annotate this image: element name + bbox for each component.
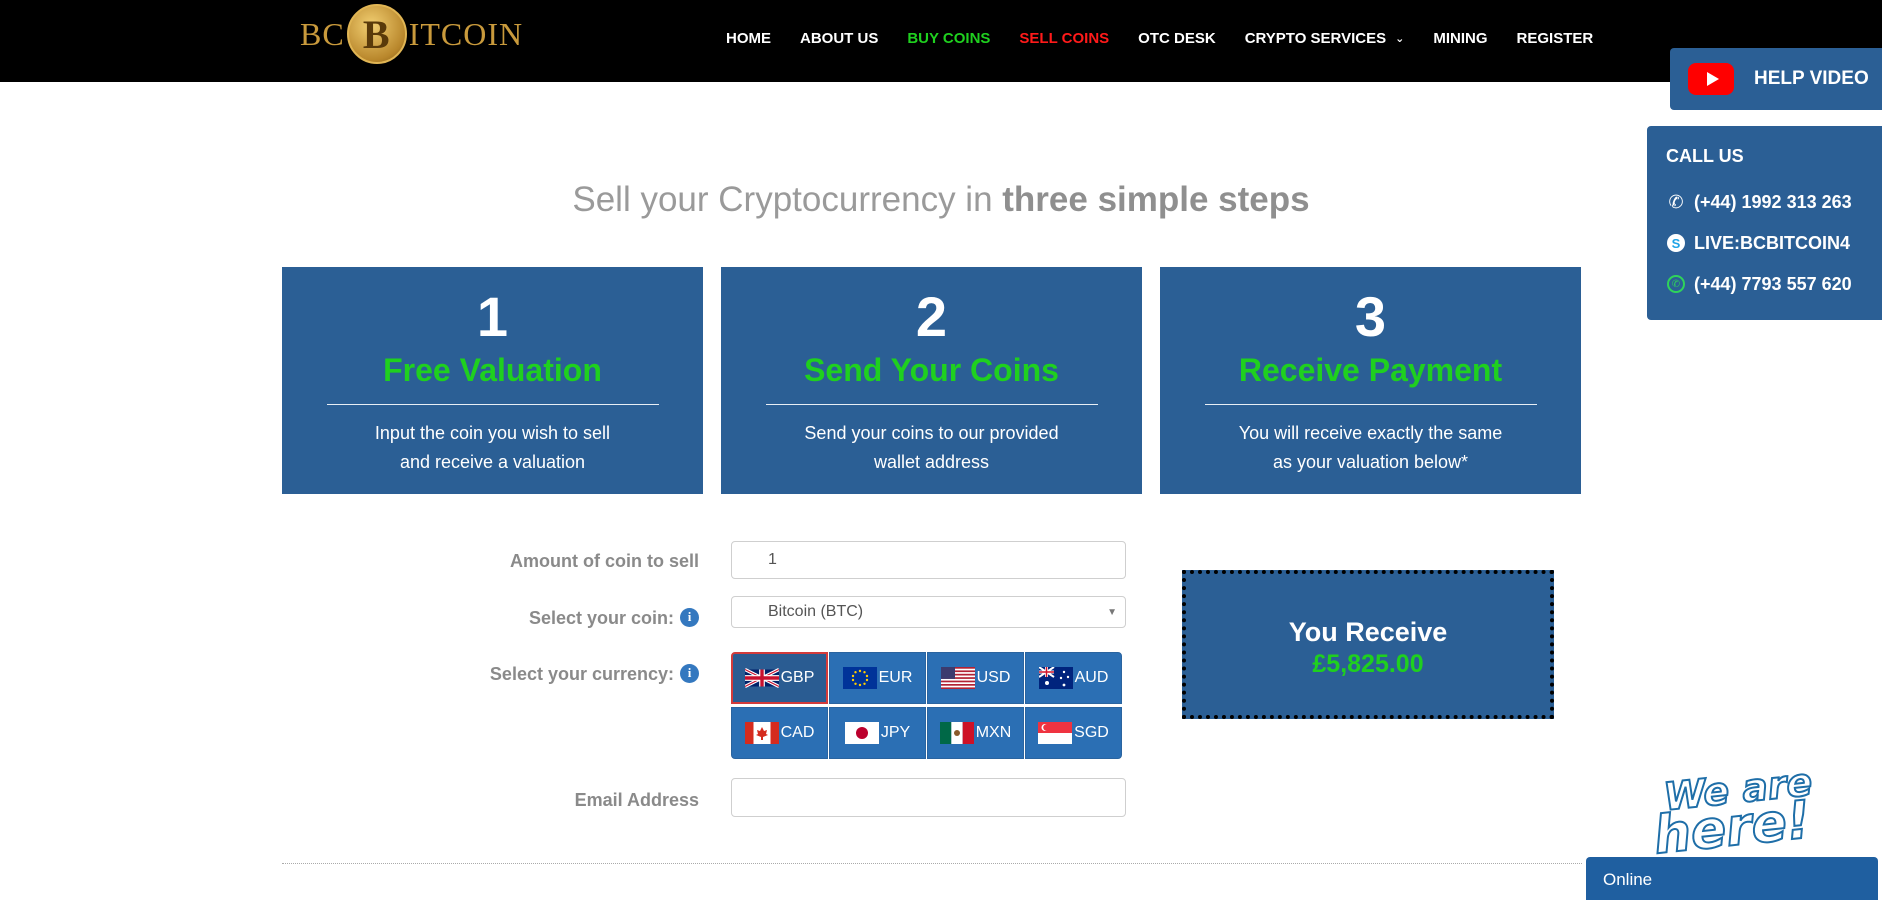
top-navbar: BC B ITCOIN HOME ABOUT US BUY COINS SELL… [0,0,1882,82]
step-desc-line: You will receive exactly the same [1238,423,1503,444]
coin-select[interactable]: Bitcoin (BTC) ▼ [731,596,1126,628]
nav-buy-coins[interactable]: BUY COINS [907,30,990,47]
step-card-3: 3 Receive Payment You will receive exact… [1160,267,1581,494]
nav-about-us[interactable]: ABOUT US [800,30,878,47]
you-receive-title: You Receive [1288,617,1448,647]
step-number: 3 [1354,285,1387,348]
currency-label-row: Select your currency: i [369,663,699,685]
live-chat-bar[interactable]: Online [1586,857,1878,900]
currency-option-gbp[interactable]: GBP [731,652,828,704]
you-receive-amount: £5,825.00 [1312,649,1424,678]
page-title: Sell your Cryptocurrency in three simple… [0,180,1882,220]
currency-option-usd[interactable]: USD [927,652,1024,704]
whatsapp-icon: ✆ [1667,275,1685,293]
call-us-panel: CALL US ✆ (+44) 1992 313 263 S LIVE:BCBI… [1647,126,1882,320]
currency-code: EUR [878,669,913,686]
nav-register[interactable]: REGISTER [1517,30,1594,47]
step-title: Free Valuation [383,352,602,388]
nav-otc-desk[interactable]: OTC DESK [1138,30,1216,47]
step-desc-line: Input the coin you wish to sell [374,423,611,444]
currency-option-mxn[interactable]: MXN [927,707,1024,759]
bcbitcoin-logo[interactable]: BC B ITCOIN [300,4,523,64]
step-desc-line: and receive a valuation [399,452,586,473]
step-card-2: 2 Send Your Coins Send your coins to our… [721,267,1142,494]
currency-option-cad[interactable]: CAD [731,707,828,759]
currency-code: GBP [780,669,815,686]
jp-flag-icon [844,722,879,744]
currency-code: SGD [1074,724,1109,741]
bitcoin-coin-icon: B [346,4,407,64]
eu-flag-icon [842,667,877,689]
badge-line-2: here! [1650,789,1814,867]
step-description: Send your coins to our provided wallet a… [721,419,1142,477]
page-title-bold: three simple steps [1002,180,1310,219]
call-skype-link[interactable]: S LIVE:BCBITCOIN4 [1666,230,1882,256]
call-whatsapp-link[interactable]: ✆ (+44) 7793 557 620 [1666,271,1882,297]
currency-option-jpy[interactable]: JPY [829,707,926,759]
step-description: You will receive exactly the same as you… [1160,419,1581,477]
nav-crypto-services-label: CRYPTO SERVICES [1244,29,1387,47]
currency-code: CAD [780,724,815,741]
youtube-play-icon [1688,63,1734,95]
currency-code: JPY [880,724,911,741]
amount-label: Amount of coin to sell [510,551,699,571]
logo-prefix: BC [300,15,345,52]
step-desc-line: as your valuation below* [1272,452,1469,473]
amount-value: 1 [768,551,777,568]
sg-flag-icon [1038,722,1073,744]
chat-status: Online [1603,870,1653,889]
step-title: Receive Payment [1238,352,1503,388]
step-divider [1204,404,1537,406]
help-video-button[interactable]: HELP VIDEO [1670,48,1882,110]
page-title-plain: Sell your Cryptocurrency in [572,180,1003,219]
uk-flag-icon [744,667,779,689]
chevron-down-icon: ⌄ [1395,32,1405,45]
nav-crypto-services[interactable]: CRYPTO SERVICES ⌄ [1245,30,1405,47]
step-title: Send Your Coins [804,352,1059,388]
help-video-label: HELP VIDEO [1754,68,1869,89]
nav-home[interactable]: HOME [726,30,771,47]
info-icon[interactable]: i [680,607,699,627]
currency-code: MXN [975,724,1012,741]
step-desc-line: wallet address [873,452,990,473]
mx-flag-icon [939,722,974,744]
main-nav: HOME ABOUT US BUY COINS SELL COINS OTC D… [726,26,1622,50]
currency-option-eur[interactable]: EUR [829,652,926,704]
currency-label: Select your currency: [489,664,674,684]
step-divider [765,404,1098,406]
step-number: 1 [476,285,509,348]
currency-code: USD [976,669,1011,686]
step-card-1: 1 Free Valuation Input the coin you wish… [282,267,703,494]
au-flag-icon [1038,667,1073,689]
currency-option-sgd[interactable]: SGD [1025,707,1122,759]
call-us-title: CALL US [1666,146,1744,166]
nav-mining[interactable]: MINING [1433,30,1487,47]
coin-label: Select your coin: [528,608,674,628]
step-description: Input the coin you wish to sell and rece… [282,419,703,477]
step-desc-line: Send your coins to our provided [804,423,1059,444]
step-divider [326,404,659,406]
we-are-here-badge[interactable]: We are here! [1648,759,1818,868]
skype-id: LIVE:BCBITCOIN4 [1694,232,1851,253]
dropdown-arrow-icon: ▼ [1107,607,1117,618]
email-input[interactable] [731,778,1126,817]
skype-icon: S [1667,234,1685,252]
us-flag-icon [940,667,975,689]
currency-option-aud[interactable]: AUD [1025,652,1122,704]
currency-code: AUD [1074,669,1109,686]
ca-flag-icon [744,722,779,744]
coin-select-value: Bitcoin (BTC) [768,603,864,620]
amount-input[interactable]: 1 [731,541,1126,579]
you-receive-panel: You Receive £5,825.00 [1182,570,1554,719]
logo-suffix: ITCOIN [408,15,524,52]
info-icon[interactable]: i [680,663,699,683]
whatsapp-number: (+44) 7793 557 620 [1694,273,1852,294]
nav-sell-coins[interactable]: SELL COINS [1019,30,1109,47]
section-divider [282,863,1582,864]
email-label: Email Address [574,790,699,810]
coin-label-row: Select your coin: i [369,607,699,629]
step-number: 2 [915,285,948,348]
